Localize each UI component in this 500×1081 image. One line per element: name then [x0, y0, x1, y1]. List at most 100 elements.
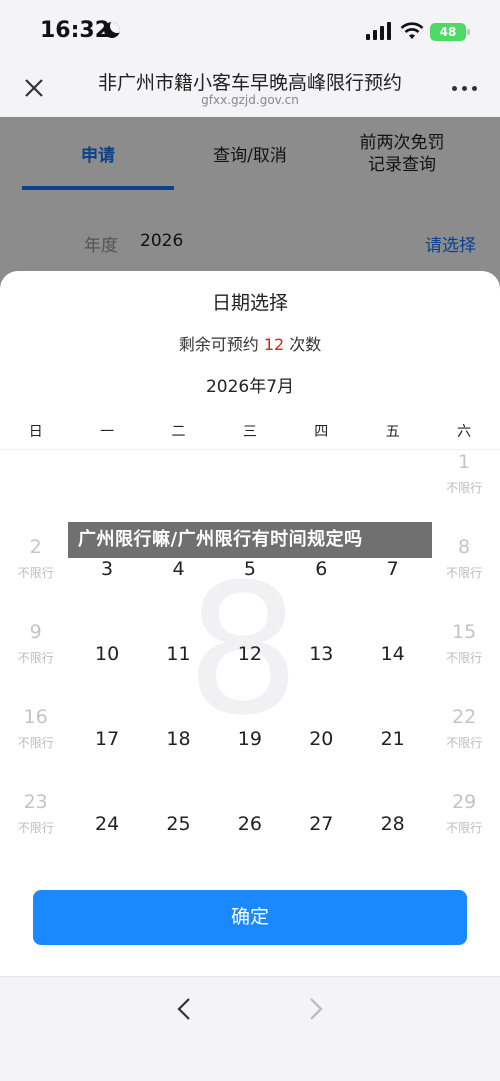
- wifi-icon: [400, 22, 424, 39]
- more-icon[interactable]: [452, 86, 478, 92]
- day-note: 不限行: [446, 481, 483, 495]
- day-number: 23: [23, 791, 48, 813]
- day-number: 22: [451, 706, 477, 728]
- calendar-day[interactable]: 7: [357, 558, 428, 643]
- month-label: 2026年7月: [205, 377, 295, 397]
- calendar-day[interactable]: 11: [143, 643, 214, 728]
- calendar-day[interactable]: 5: [214, 558, 285, 643]
- calendar-day[interactable]: 17: [71, 728, 142, 813]
- calendar-day[interactable]: 12: [214, 643, 285, 728]
- battery-icon: 48: [430, 23, 470, 41]
- weekday-mon: 一: [100, 424, 115, 440]
- day-number: 18: [166, 728, 191, 750]
- day-number: 6: [315, 558, 328, 580]
- day-note: 不限行: [17, 651, 54, 665]
- weekday-wed: 三: [242, 424, 257, 440]
- browser-bottom-bar: [0, 976, 500, 1081]
- calendar-day[interactable]: 10: [71, 643, 142, 728]
- weekday-thu: 四: [314, 424, 329, 440]
- day-number: 7: [386, 558, 399, 580]
- calendar-day: 2 不限行: [0, 536, 71, 621]
- confirm-button[interactable]: 确定: [33, 890, 467, 945]
- calendar-day[interactable]: 14: [357, 643, 428, 728]
- calendar-day[interactable]: 6: [286, 558, 357, 643]
- day-number: 5: [243, 558, 256, 580]
- day-number: 29: [451, 791, 477, 813]
- weekday-fri: 五: [385, 424, 400, 440]
- calendar-day: 16 不限行: [0, 706, 71, 791]
- close-icon[interactable]: [22, 76, 46, 100]
- calendar-day[interactable]: 4: [143, 558, 214, 643]
- calendar-day[interactable]: 21: [357, 728, 428, 813]
- day-note: 不限行: [446, 736, 483, 750]
- day-number: 25: [166, 813, 191, 835]
- cellular-signal-icon: [366, 22, 392, 40]
- day-number: 16: [23, 706, 48, 728]
- day-number: 24: [94, 813, 120, 835]
- remaining-suffix: 次数: [289, 335, 322, 354]
- status-bar: 16:32 48: [0, 0, 500, 60]
- day-number: 3: [101, 558, 114, 580]
- page-title: 非广州市籍小客车早晚高峰限行预约: [97, 72, 402, 94]
- day-number: 19: [237, 728, 262, 750]
- weekday-sun: 日: [28, 424, 43, 440]
- day-number: 11: [166, 643, 191, 665]
- calendar-day: 15 不限行: [428, 621, 499, 706]
- day-note: 不限行: [446, 821, 483, 835]
- calendar-day[interactable]: 28: [357, 813, 428, 898]
- day-number: 17: [94, 728, 120, 750]
- calendar-day[interactable]: 26: [214, 813, 285, 898]
- day-number: 27: [309, 813, 334, 835]
- day-number: 15: [451, 621, 477, 643]
- remaining-number: 12: [263, 335, 285, 354]
- calendar-day: 1 不限行: [428, 451, 499, 536]
- status-time: 16:32: [40, 18, 111, 43]
- sheet-title: 日期选择: [211, 292, 288, 314]
- day-number: 26: [237, 813, 262, 835]
- calendar-day[interactable]: 13: [286, 643, 357, 728]
- forward-arrow-icon[interactable]: [304, 997, 326, 1021]
- calendar-grid: 8 1 不限行 2 不限行 3 4 5 6 7 8 不限行 9 不限行 10 11 12 13 14 15 不限行 16…: [0, 451, 500, 871]
- weekday-header: 日 一 二 三 四 五 六: [0, 421, 500, 441]
- day-number: 28: [380, 813, 405, 835]
- day-note: 不限行: [17, 566, 54, 580]
- date-picker-sheet: 日期选择 剩余可预约 12 次数 2026年7月 日 一 二 三 四 五 六 8…: [0, 271, 500, 1081]
- day-number: 8: [458, 536, 471, 558]
- day-number: 10: [94, 643, 120, 665]
- calendar-day[interactable]: 3: [71, 558, 142, 643]
- weekday-sat: 六: [457, 424, 472, 440]
- day-number: 2: [29, 536, 42, 558]
- calendar-day[interactable]: 24: [71, 813, 142, 898]
- day-number: 20: [309, 728, 334, 750]
- calendar-day: 22 不限行: [428, 706, 499, 791]
- day-number: 12: [237, 643, 262, 665]
- calendar-day[interactable]: 27: [286, 813, 357, 898]
- divider: [0, 449, 500, 450]
- day-number: 1: [458, 451, 471, 473]
- calendar-day[interactable]: 25: [143, 813, 214, 898]
- remaining-count: 剩余可预约 12 次数: [0, 331, 500, 355]
- day-number: 9: [29, 621, 42, 643]
- day-number: 21: [380, 728, 405, 750]
- moon-icon: [104, 22, 120, 38]
- calendar-day: 9 不限行: [0, 621, 71, 706]
- weekday-tue: 二: [171, 424, 186, 440]
- day-number: 14: [380, 643, 405, 665]
- calendar-day[interactable]: 19: [214, 728, 285, 813]
- calendar-day: 29 不限行: [428, 791, 499, 876]
- back-arrow-icon[interactable]: [174, 997, 196, 1021]
- calendar-day: 23 不限行: [0, 791, 71, 876]
- day-note: 不限行: [446, 651, 483, 665]
- calendar-day: 8 不限行: [428, 536, 499, 621]
- nav-header: 非广州市籍小客车早晚高峰限行预约 gfxx.gzjd.gov.cn: [0, 60, 500, 117]
- calendar-day[interactable]: 18: [143, 728, 214, 813]
- day-note: 不限行: [17, 736, 54, 750]
- caption-banner: 广州限行嘛/广州限行有时间规定吗: [68, 522, 432, 558]
- page-url: gfxx.gzjd.gov.cn: [201, 93, 299, 107]
- day-note: 不限行: [17, 821, 54, 835]
- day-note: 不限行: [446, 566, 483, 580]
- day-number: 13: [309, 643, 334, 665]
- calendar-day[interactable]: 20: [286, 728, 357, 813]
- remaining-prefix: 剩余可预约: [178, 335, 259, 354]
- day-number: 4: [172, 558, 185, 580]
